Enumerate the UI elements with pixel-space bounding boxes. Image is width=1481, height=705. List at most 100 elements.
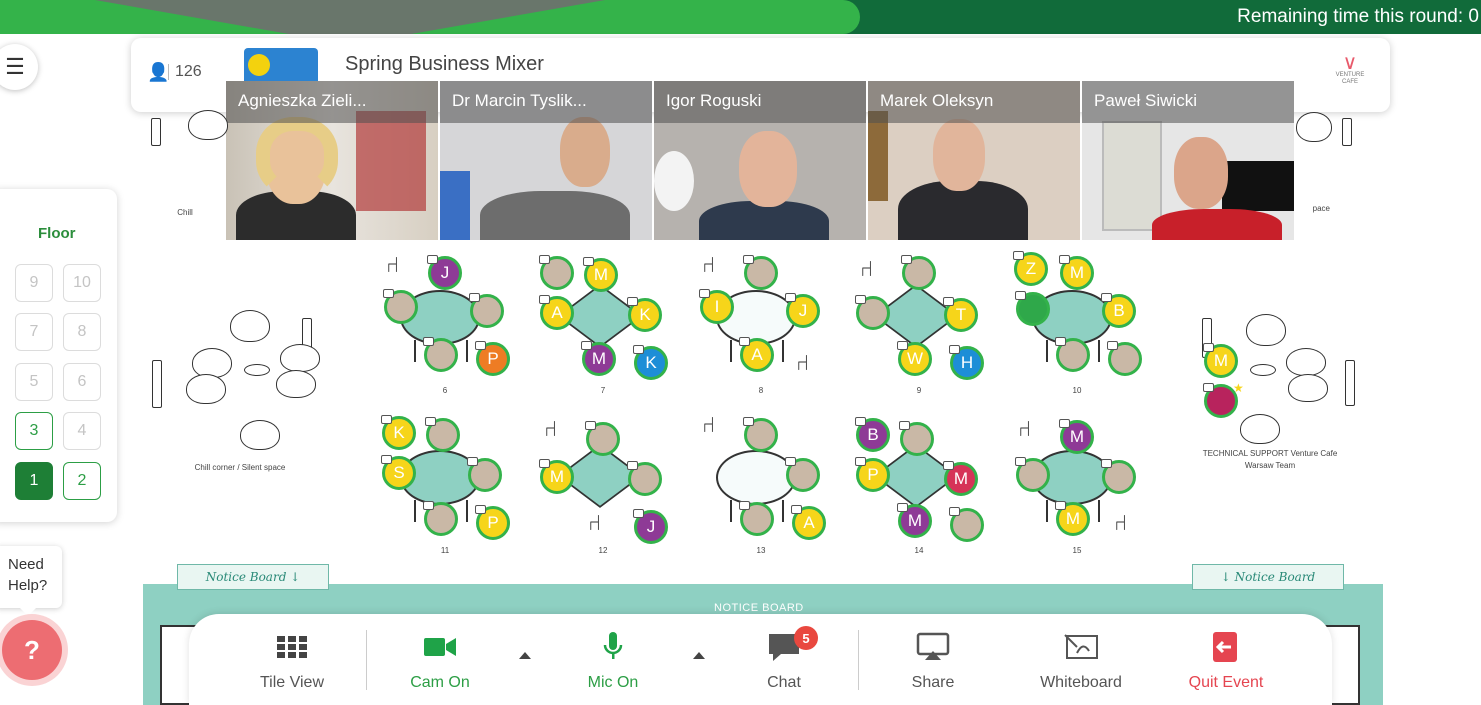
chat-label: Chat [767, 674, 801, 691]
participant-seat[interactable]: I [699, 289, 734, 324]
host-seat[interactable]: ★ [1203, 381, 1244, 418]
vase [1342, 118, 1352, 146]
participant-seat[interactable] [743, 417, 778, 452]
participant-seat[interactable]: J [785, 293, 820, 328]
table-7[interactable]: M A K M K 7 [528, 255, 678, 408]
floor-button-4[interactable]: 4 [63, 412, 101, 450]
table-9[interactable]: ⑁ T W H 9 [844, 255, 994, 408]
participant-seat[interactable]: M [581, 341, 616, 376]
table-14[interactable]: B P M M 14 [844, 417, 994, 568]
cam-options-caret[interactable] [519, 652, 531, 659]
table-12[interactable]: ⑁ M J ⑁ 12 [528, 416, 678, 568]
video-tile[interactable]: Marek Oleksyn [868, 81, 1080, 240]
participant-seat[interactable] [585, 421, 620, 456]
participant-seat[interactable] [425, 417, 460, 452]
vase [151, 118, 161, 146]
user-icon: 👤 [147, 62, 170, 82]
floor-button-7[interactable]: 7 [15, 313, 53, 351]
participant-seat[interactable] [383, 289, 418, 324]
table-8[interactable]: ⑁ I J A ⑁ 8 [686, 252, 836, 408]
video-tile[interactable]: Agnieszka Zieli... [226, 81, 438, 240]
participant-seat[interactable] [423, 337, 458, 372]
menu-button[interactable]: ☰ [0, 44, 38, 90]
participant-seat[interactable]: S [381, 455, 416, 490]
participant-seat[interactable]: M [539, 459, 574, 494]
help-button[interactable]: ? [2, 620, 62, 680]
participant-seat[interactable]: J [427, 255, 462, 290]
chat-button[interactable]: 5 Chat [724, 626, 844, 692]
participant-seat[interactable]: M [897, 503, 932, 538]
table-number: 7 [600, 386, 606, 395]
participant-seat[interactable]: W [897, 341, 932, 376]
participant-seat[interactable]: K [627, 297, 662, 332]
participant-seat[interactable]: M [943, 461, 978, 496]
share-button[interactable]: Share [873, 632, 993, 692]
floor-button-6[interactable]: 6 [63, 363, 101, 401]
table-15[interactable]: ⑁ M M ⑁ 15 [1002, 416, 1152, 568]
notice-board-tab-right[interactable]: ↓ Notice Board [1192, 564, 1344, 590]
quit-event-button[interactable]: Quit Event [1166, 632, 1286, 692]
participant-seat[interactable] [785, 457, 820, 492]
participant-seat[interactable]: A [539, 295, 574, 330]
floor-button-3[interactable]: 3 [15, 412, 53, 450]
participant-seat[interactable] [1015, 457, 1050, 492]
table-10[interactable]: Z M B 10 [1002, 251, 1152, 408]
floor-button-2[interactable]: 2 [63, 462, 101, 500]
floor-button-9[interactable]: 9 [15, 264, 53, 302]
participant-seat[interactable]: J [633, 509, 668, 544]
participant-seat[interactable] [1015, 291, 1050, 326]
participant-seat[interactable] [899, 421, 934, 456]
participant-seat[interactable] [627, 461, 662, 496]
participant-seat[interactable]: K [381, 415, 416, 450]
whiteboard-button[interactable]: Whiteboard [1021, 632, 1141, 692]
table-6[interactable]: ⑁ J P 6 [370, 252, 520, 408]
participant-seat[interactable]: K [633, 345, 668, 380]
video-tile[interactable]: Paweł Siwicki [1082, 81, 1294, 240]
participant-seat[interactable]: Z [1013, 251, 1048, 286]
participant-seat[interactable] [855, 295, 890, 330]
participant-seat[interactable]: H [949, 345, 984, 380]
tech-support-lounge[interactable]: M ★ TECHNICAL SUPPORT Venture Cafe Warsa… [1180, 300, 1360, 470]
participant-seat[interactable] [467, 457, 502, 492]
participant-seat[interactable]: M [1203, 343, 1238, 378]
mic-options-caret[interactable] [693, 652, 705, 659]
participant-seat[interactable]: P [475, 505, 510, 540]
participant-seat[interactable] [1055, 337, 1090, 372]
table-11[interactable]: K S P 11 [370, 415, 520, 568]
notice-board-tab-left[interactable]: Notice Board ↓ [177, 564, 329, 590]
tile-view-button[interactable]: Tile View [232, 632, 352, 692]
exit-door-icon [1166, 632, 1286, 662]
participant-seat[interactable] [423, 501, 458, 536]
participant-seat[interactable] [539, 255, 574, 290]
participant-seat[interactable]: M [1059, 419, 1094, 454]
participant-seat[interactable]: P [855, 457, 890, 492]
participant-seat[interactable] [949, 507, 984, 542]
participant-seat[interactable]: T [943, 297, 978, 332]
chill-corner[interactable]: Chill corner / Silent space [150, 300, 330, 472]
video-tile[interactable]: Igor Roguski [654, 81, 866, 240]
participant-seat[interactable]: A [791, 505, 826, 540]
participant-seat[interactable]: B [855, 417, 890, 452]
participant-seat[interactable] [1107, 341, 1142, 376]
participant-seat[interactable]: M [1059, 255, 1094, 290]
participant-seat[interactable] [469, 293, 504, 328]
mic-button[interactable]: Mic On [553, 632, 673, 692]
participant-seat[interactable] [739, 501, 774, 536]
participant-seat[interactable] [743, 255, 778, 290]
participant-seat[interactable]: B [1101, 293, 1136, 328]
floor-button-1[interactable]: 1 [15, 462, 53, 500]
participant-seat[interactable] [1101, 459, 1136, 494]
participant-seat[interactable]: A [739, 337, 774, 372]
participant-seat[interactable] [901, 255, 936, 290]
floor-button-10[interactable]: 10 [63, 264, 101, 302]
participant-seat[interactable]: P [475, 341, 510, 376]
table-13[interactable]: ⑁ A 13 [686, 412, 836, 568]
participant-seat[interactable]: M [1055, 501, 1090, 536]
floor-button-5[interactable]: 5 [15, 363, 53, 401]
round-timer-bar: Remaining time this round: 0 [0, 0, 1481, 34]
floor-button-8[interactable]: 8 [63, 313, 101, 351]
cam-button[interactable]: Cam On [380, 632, 500, 692]
video-tile[interactable]: Dr Marcin Tyslik... [440, 81, 652, 240]
chair-icon: ⑁ [1018, 416, 1032, 441]
participant-seat[interactable]: M [583, 257, 618, 292]
